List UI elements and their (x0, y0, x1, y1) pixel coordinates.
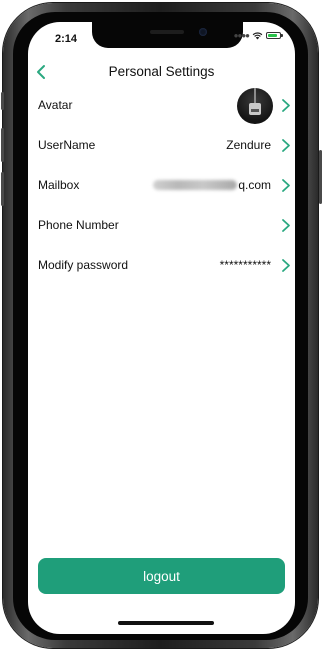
status-icons: ●●●● (233, 31, 283, 40)
row-label: Modify password (38, 258, 129, 272)
chevron-right-icon (282, 219, 290, 232)
camera-icon (199, 28, 207, 36)
mute-switch (1, 92, 4, 110)
avatar-lamp (249, 103, 261, 115)
mailbox-value: q.com (153, 178, 271, 192)
volume-up-button (1, 128, 4, 162)
chevron-right-icon (282, 179, 290, 192)
obscured-email-text (153, 180, 238, 190)
home-indicator (118, 621, 214, 625)
avatar-lamp-band (251, 109, 259, 112)
device-frame: 2:14 ●●●● Personal Settings Avatar UserN… (0, 0, 323, 652)
battery-level-fill (268, 34, 277, 37)
mailbox-suffix: q.com (238, 178, 271, 192)
username-value: Zendure (226, 138, 271, 152)
app-screen: 2:14 ●●●● Personal Settings Avatar UserN… (28, 22, 295, 634)
page-title: Personal Settings (108, 64, 215, 79)
signal-icon: ●●●● (233, 31, 250, 40)
row-label: Mailbox (38, 178, 80, 192)
avatar (237, 88, 273, 124)
navigation-bar: Personal Settings (28, 58, 295, 86)
settings-row-modify-password[interactable]: Modify password *********** (28, 246, 295, 286)
settings-row-phone-number[interactable]: Phone Number (28, 206, 295, 246)
battery-charging-icon (266, 32, 283, 39)
settings-row-avatar[interactable]: Avatar (28, 86, 295, 126)
avatar-lamp-cord (254, 88, 256, 103)
settings-row-username[interactable]: UserName Zendure (28, 126, 295, 166)
wifi-icon (252, 31, 263, 39)
row-label: Phone Number (38, 218, 119, 232)
power-button (319, 150, 322, 204)
battery-tip (281, 34, 283, 37)
row-label: UserName (38, 138, 96, 152)
notch (92, 22, 243, 48)
settings-list: Avatar UserName Zendure Mailbox q.com Ph… (28, 86, 295, 286)
volume-down-button (1, 172, 4, 206)
chevron-right-icon (282, 139, 290, 152)
row-label: Avatar (38, 98, 73, 112)
logout-button[interactable]: logout (38, 558, 285, 594)
settings-row-mailbox[interactable]: Mailbox q.com (28, 166, 295, 206)
status-time: 2:14 (55, 33, 78, 45)
chevron-right-icon (282, 99, 290, 112)
speaker-grille (150, 30, 184, 34)
chevron-right-icon (282, 259, 290, 272)
password-value: *********** (219, 258, 271, 272)
